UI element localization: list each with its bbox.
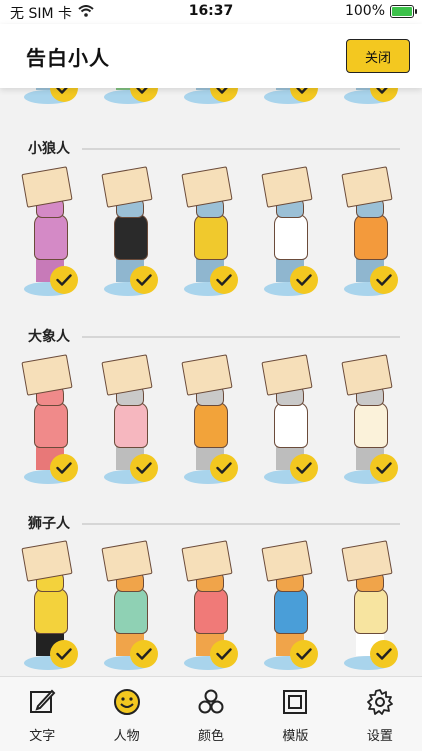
character-body: [354, 402, 388, 448]
section-divider: [82, 148, 400, 150]
section-divider: [82, 523, 400, 525]
checkmark-icon: [130, 640, 158, 668]
blank-sign: [101, 354, 153, 396]
character-card[interactable]: [94, 88, 168, 108]
blank-sign: [101, 166, 153, 208]
blank-sign: [261, 166, 313, 208]
character-row-wolf: [14, 166, 408, 300]
checkmark-icon: [50, 640, 78, 668]
character-body: [114, 588, 148, 634]
blank-sign: [261, 540, 313, 582]
section-divider: [82, 336, 400, 338]
tab-color[interactable]: 颜色: [169, 677, 253, 751]
tab-label: 文字: [29, 729, 56, 744]
blank-sign: [261, 354, 313, 396]
checkmark-icon: [370, 454, 398, 482]
section-title-elephant: 大象人: [28, 329, 70, 345]
section-title-lion: 狮子人: [28, 516, 70, 532]
checkmark-icon: [210, 454, 238, 482]
tab-label: 设置: [366, 729, 393, 744]
character-body: [114, 214, 148, 260]
character-body: [194, 402, 228, 448]
checkmark-icon: [290, 266, 318, 294]
character-row-lion: [14, 540, 408, 674]
character-card[interactable]: [14, 166, 88, 300]
tab-settings[interactable]: 设置: [338, 677, 422, 751]
character-card[interactable]: [94, 166, 168, 300]
character-card[interactable]: [174, 166, 248, 300]
blank-sign: [341, 166, 393, 208]
character-card[interactable]: [174, 540, 248, 674]
character-row-elephant: [14, 354, 408, 488]
character-body: [354, 588, 388, 634]
character-card[interactable]: [254, 540, 328, 674]
character-body: [34, 214, 68, 260]
character-body: [34, 402, 68, 448]
blank-sign: [21, 540, 73, 582]
checkmark-icon: [370, 266, 398, 294]
blank-sign: [181, 354, 233, 396]
blank-sign: [181, 540, 233, 582]
tab-template[interactable]: 模版: [253, 677, 337, 751]
checkmark-icon: [370, 640, 398, 668]
checkmark-icon: [130, 454, 158, 482]
nav-header: 告白小人 关闭: [0, 24, 422, 88]
tab-character[interactable]: 人物: [84, 677, 168, 751]
character-card[interactable]: [94, 354, 168, 488]
character-body: [114, 402, 148, 448]
page-title: 告白小人: [26, 46, 110, 70]
character-list[interactable]: 小狼人 大象人 狮子人: [0, 88, 422, 676]
blank-sign: [21, 166, 73, 208]
checkmark-icon: [50, 454, 78, 482]
character-card[interactable]: [14, 88, 88, 108]
blank-sign: [101, 540, 153, 582]
checkmark-icon: [210, 640, 238, 668]
character-body: [34, 588, 68, 634]
tab-label: 颜色: [198, 729, 225, 744]
checkmark-icon: [290, 454, 318, 482]
character-card[interactable]: [334, 166, 408, 300]
character-card[interactable]: [174, 88, 248, 108]
partial-character-row: [14, 88, 408, 108]
checkmark-icon: [50, 266, 78, 294]
character-body: [194, 588, 228, 634]
status-bar: 无 SIM 卡 16:37 100%: [0, 0, 422, 24]
blank-sign: [181, 166, 233, 208]
character-card[interactable]: [174, 354, 248, 488]
character-card[interactable]: [14, 354, 88, 488]
checkmark-icon: [130, 266, 158, 294]
edit-icon: [0, 687, 84, 717]
character-card[interactable]: [334, 540, 408, 674]
tab-label: 模版: [282, 729, 309, 744]
palette-icon: [169, 687, 253, 717]
character-card[interactable]: [334, 354, 408, 488]
template-icon: [253, 687, 337, 717]
close-button[interactable]: 关闭: [346, 39, 410, 73]
checkmark-icon: [210, 266, 238, 294]
blank-sign: [341, 354, 393, 396]
character-card[interactable]: [254, 354, 328, 488]
section-title-wolf: 小狼人: [28, 141, 70, 157]
smiley-icon: [84, 687, 168, 717]
character-card[interactable]: [254, 88, 328, 108]
battery-percent: 100%: [344, 3, 385, 19]
character-card[interactable]: [14, 540, 88, 674]
blank-sign: [21, 354, 73, 396]
tab-label: 人物: [113, 729, 140, 744]
gear-icon: [338, 687, 422, 717]
character-card[interactable]: [94, 540, 168, 674]
blank-sign: [341, 540, 393, 582]
character-body: [274, 402, 308, 448]
checkmark-icon: [290, 640, 318, 668]
character-body: [274, 214, 308, 260]
character-body: [274, 588, 308, 634]
character-card[interactable]: [334, 88, 408, 108]
character-card[interactable]: [254, 166, 328, 300]
character-body: [354, 214, 388, 260]
battery-icon: [390, 4, 417, 18]
tab-bar: 文字 人物 颜色 模版 设置: [0, 676, 422, 751]
tab-text[interactable]: 文字: [0, 677, 84, 751]
character-body: [194, 214, 228, 260]
